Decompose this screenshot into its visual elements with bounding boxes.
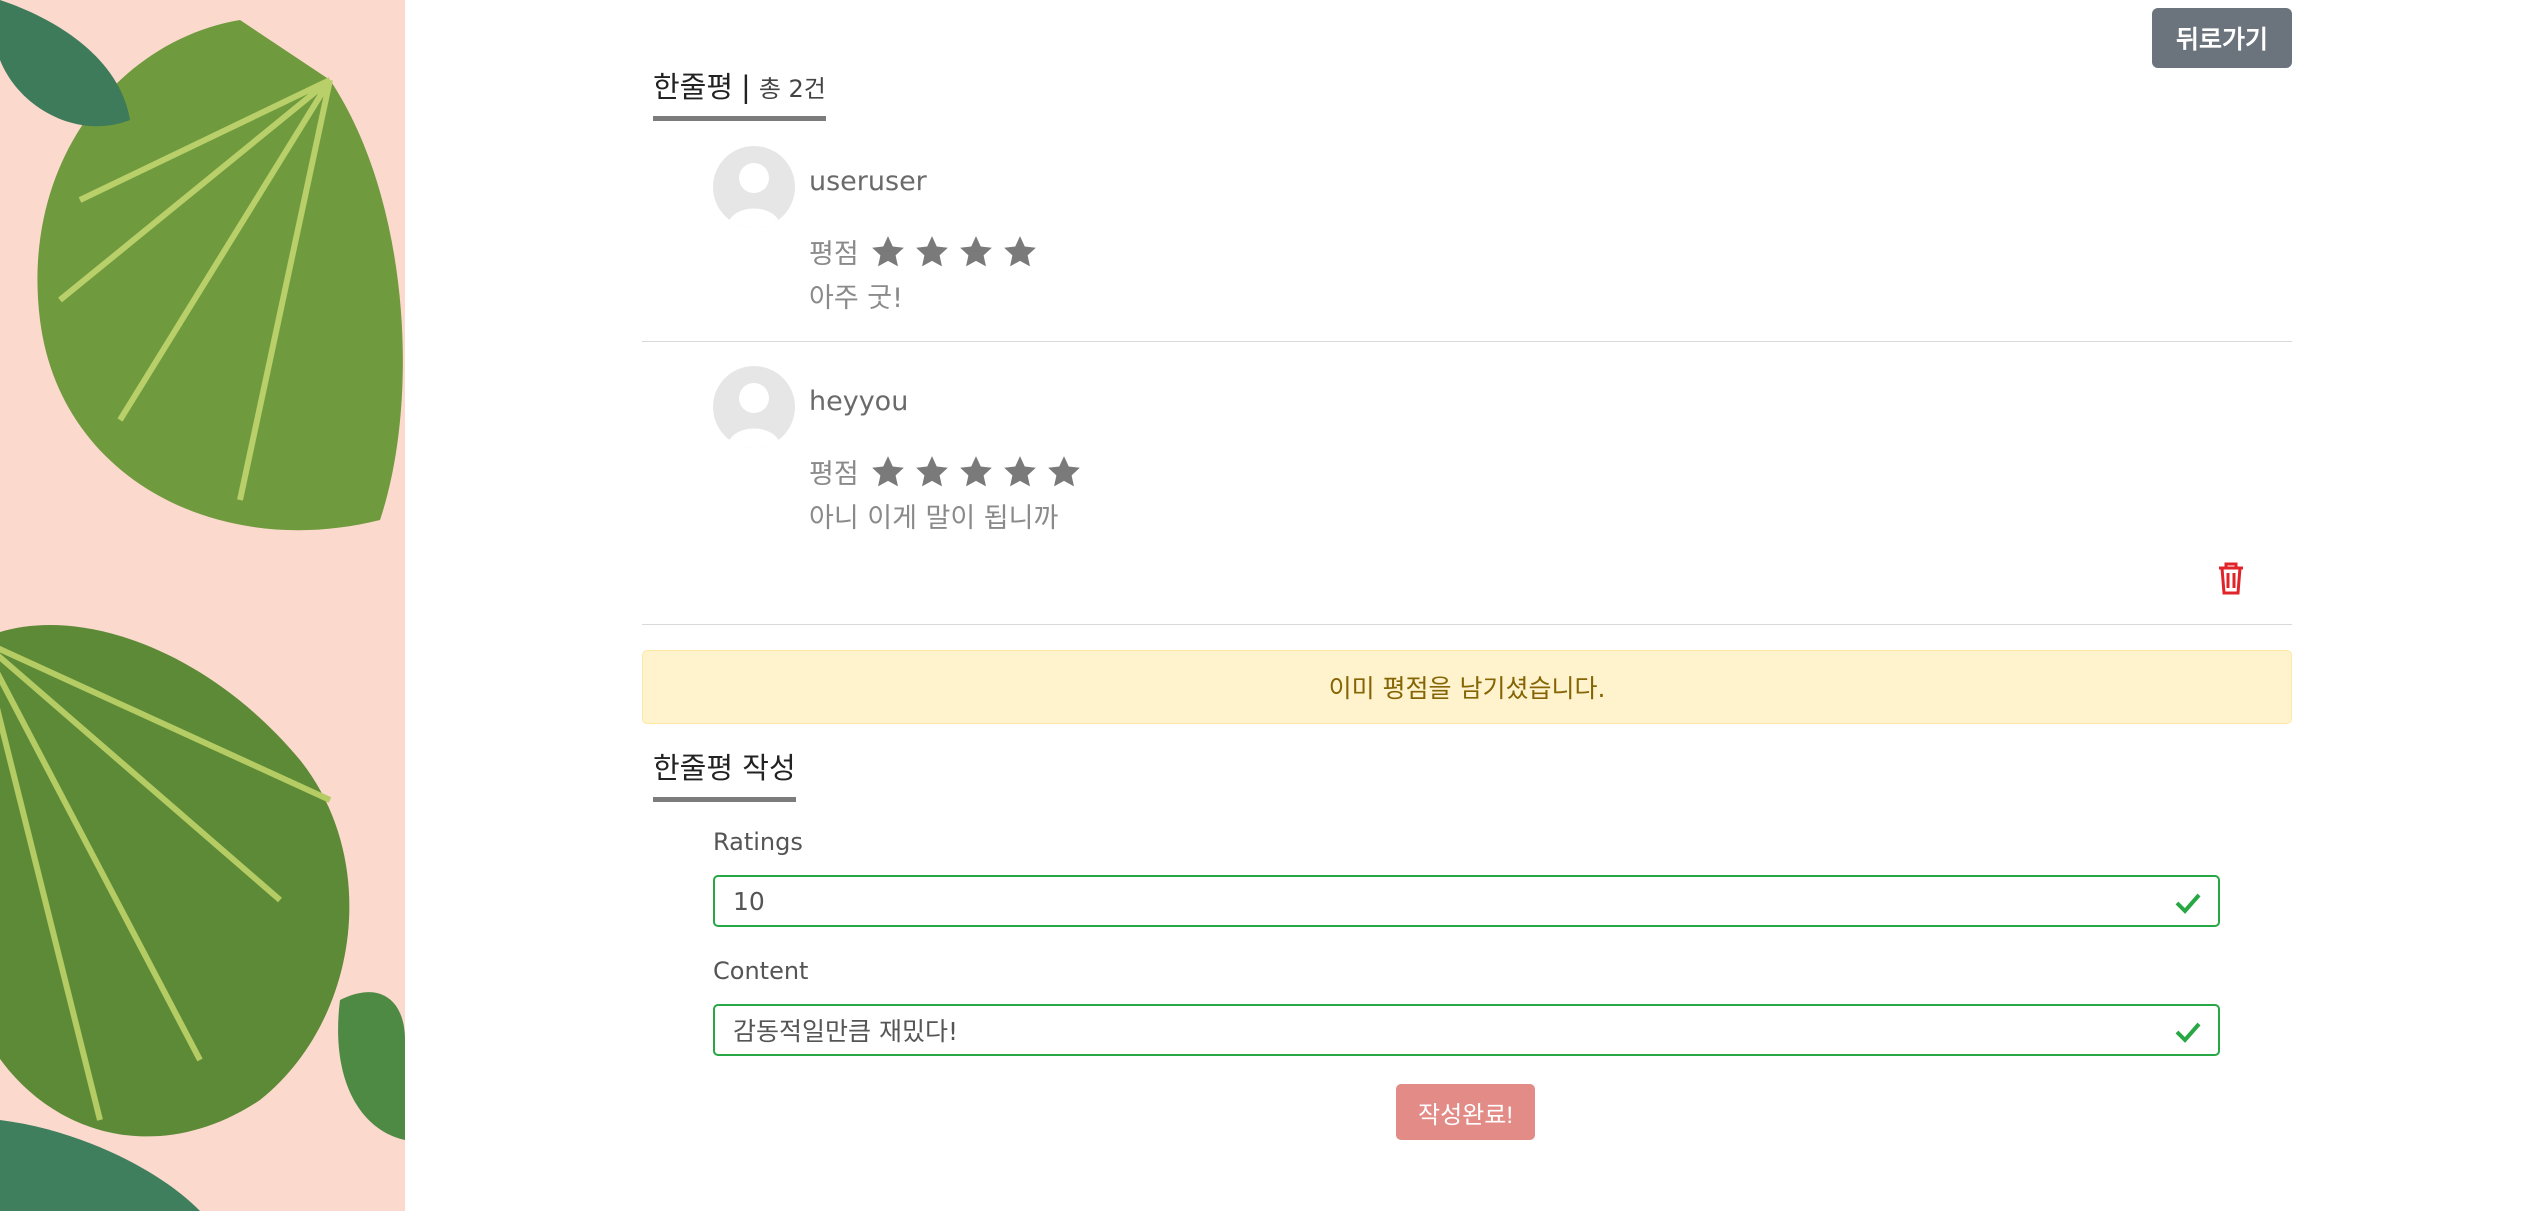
- ratings-input[interactable]: 10: [713, 875, 2220, 927]
- write-review-title-text: 한줄평 작성: [653, 751, 796, 785]
- trash-icon[interactable]: [2215, 560, 2247, 596]
- review-username: useruser: [809, 166, 927, 197]
- star-icon: [1003, 455, 1036, 486]
- review-comment: 아주 굿!: [809, 283, 903, 314]
- title-separator: |: [741, 70, 751, 104]
- divider: [642, 341, 2292, 342]
- star-icon: [871, 455, 904, 486]
- star-icon: [915, 455, 948, 486]
- star-icon: [959, 455, 992, 486]
- checkmark-icon: [2175, 893, 2201, 914]
- review-rating: 평점: [809, 232, 1039, 271]
- main-content: 뒤로가기 한줄평 | 총 2건 useruser 평점 아주 굿! heyyou…: [405, 0, 2525, 1211]
- content-label: Content: [713, 957, 809, 985]
- star-icon: [871, 235, 904, 266]
- reviews-title: 한줄평: [653, 70, 734, 104]
- write-review-title: 한줄평 작성: [653, 745, 796, 802]
- star-icon: [1003, 235, 1036, 266]
- decorative-leaf-panel: [0, 0, 405, 1211]
- back-button[interactable]: 뒤로가기: [2152, 8, 2292, 68]
- ratings-label: Ratings: [713, 828, 803, 856]
- divider: [642, 624, 2292, 625]
- ratings-value: 10: [733, 886, 765, 916]
- review-rating: 평점: [809, 452, 1083, 491]
- submit-button[interactable]: 작성완료!: [1396, 1084, 1535, 1140]
- review-username: heyyou: [809, 386, 909, 417]
- star-icon: [1047, 455, 1080, 486]
- reviews-section-title: 한줄평 | 총 2건: [653, 64, 826, 121]
- checkmark-icon: [2175, 1022, 2201, 1043]
- content-value: 감동적일만큼 재밌다!: [733, 1017, 958, 1046]
- avatar-placeholder-icon: [713, 146, 795, 228]
- rating-label: 평점: [809, 459, 859, 490]
- review-comment: 아니 이게 말이 됩니까: [809, 503, 1059, 534]
- reviews-count: 총 2건: [758, 75, 826, 103]
- star-icon: [959, 235, 992, 266]
- avatar-placeholder-icon: [713, 366, 795, 448]
- content-input[interactable]: 감동적일만큼 재밌다!: [713, 1004, 2220, 1056]
- rating-label: 평점: [809, 239, 859, 270]
- already-rated-alert: 이미 평점을 남기셨습니다.: [642, 650, 2292, 724]
- star-icon: [915, 235, 948, 266]
